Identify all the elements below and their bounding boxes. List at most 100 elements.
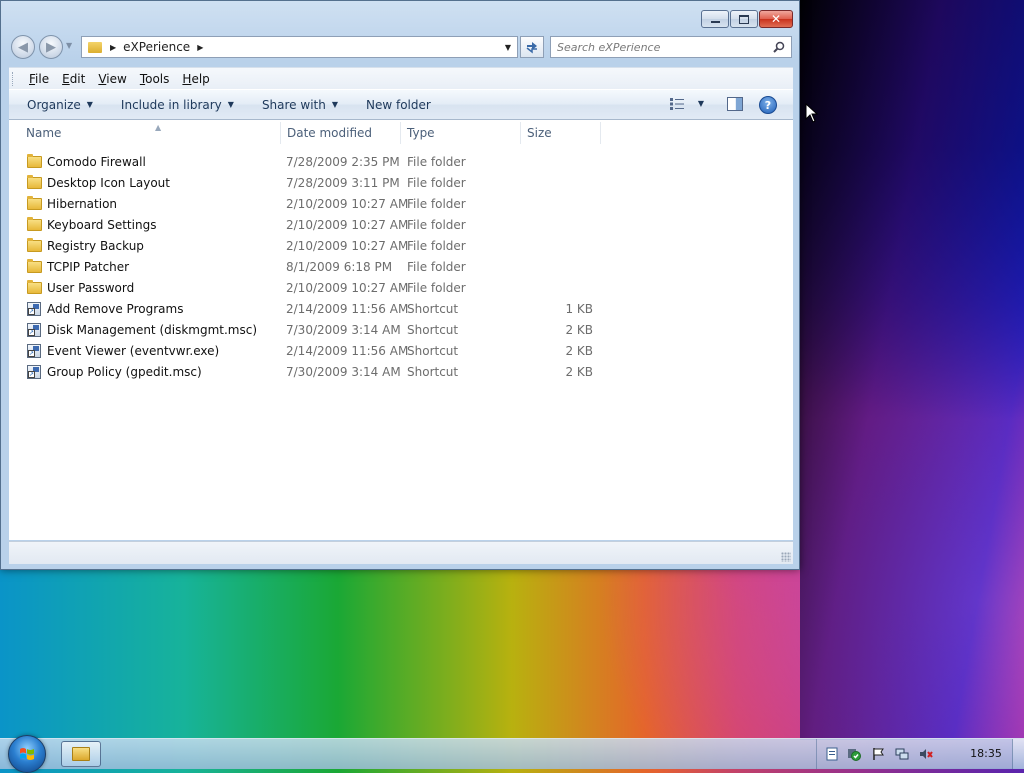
- file-name: Registry Backup: [47, 239, 144, 253]
- file-date: 2/14/2009 11:56 AM: [286, 302, 409, 316]
- taskbar-explorer-button[interactable]: [61, 741, 101, 767]
- list-item[interactable]: ↗ Add Remove Programs 2/14/2009 11:56 AM…: [9, 299, 609, 320]
- minimize-button[interactable]: [701, 10, 729, 28]
- file-size: 2 KB: [565, 365, 593, 379]
- list-item[interactable]: Registry Backup 2/10/2009 10:27 AM File …: [9, 236, 609, 257]
- list-item[interactable]: Desktop Icon Layout 7/28/2009 3:11 PM Fi…: [9, 173, 609, 194]
- shortcut-icon: ↗: [27, 302, 41, 316]
- file-size: 2 KB: [565, 323, 593, 337]
- list-item[interactable]: Keyboard Settings 2/10/2009 10:27 AM Fil…: [9, 215, 609, 236]
- list-item[interactable]: ↗ Group Policy (gpedit.msc) 7/30/2009 3:…: [9, 362, 609, 383]
- back-arrow-icon: ◀: [18, 39, 28, 55]
- menu-edit[interactable]: Edit: [57, 72, 90, 86]
- explorer-window: ✕ ◀ ▶ ▼ ▶ eXPerience ▶ ▼ File: [0, 0, 800, 570]
- caption-buttons: ✕: [701, 10, 793, 28]
- forward-button[interactable]: ▶: [39, 35, 63, 59]
- breadcrumb-chevron-icon[interactable]: ▶: [197, 43, 203, 52]
- file-date: 2/10/2009 10:27 AM: [286, 218, 409, 232]
- search-icon[interactable]: [773, 41, 785, 53]
- file-type: File folder: [407, 260, 466, 274]
- breadcrumb-chevron-icon[interactable]: ▶: [110, 43, 116, 52]
- list-item[interactable]: Hibernation 2/10/2009 10:27 AM File fold…: [9, 194, 609, 215]
- organize-button[interactable]: Organize ▼: [19, 98, 101, 112]
- list-item[interactable]: User Password 2/10/2009 10:27 AM File fo…: [9, 278, 609, 299]
- back-button[interactable]: ◀: [11, 35, 35, 59]
- document-icon[interactable]: [825, 747, 839, 761]
- column-header-date-modified[interactable]: Date modified: [278, 120, 398, 146]
- menu-file[interactable]: File: [24, 72, 54, 86]
- system-clock[interactable]: 18:35: [961, 747, 1011, 760]
- file-type: File folder: [407, 176, 466, 190]
- list-item[interactable]: Comodo Firewall 7/28/2009 2:35 PM File f…: [9, 152, 609, 173]
- volume-muted-icon[interactable]: [919, 747, 933, 761]
- list-item[interactable]: ↗ Event Viewer (eventvwr.exe) 2/14/2009 …: [9, 341, 609, 362]
- chevron-down-icon: ▼: [227, 100, 234, 109]
- minimize-icon: [710, 21, 720, 23]
- file-type: Shortcut: [407, 323, 459, 337]
- file-name: Hibernation: [47, 197, 118, 211]
- recent-pages-dropdown-icon[interactable]: ▼: [66, 41, 72, 50]
- chevron-down-icon: ▼: [504, 42, 512, 52]
- folder-icon: [88, 41, 102, 53]
- address-bar[interactable]: ▶ eXPerience ▶ ▼: [81, 36, 518, 58]
- share-with-button[interactable]: Share with ▼: [254, 98, 346, 112]
- file-date: 2/10/2009 10:27 AM: [286, 281, 409, 295]
- column-header-size[interactable]: Size: [518, 120, 598, 146]
- file-name: Add Remove Programs: [47, 302, 184, 316]
- file-name: Desktop Icon Layout: [47, 176, 170, 190]
- menu-view[interactable]: View: [93, 72, 131, 86]
- file-type: File folder: [407, 239, 466, 253]
- close-button[interactable]: ✕: [759, 10, 793, 28]
- file-date: 7/28/2009 2:35 PM: [286, 155, 400, 169]
- file-date: 8/1/2009 6:18 PM: [286, 260, 393, 274]
- preview-pane-icon[interactable]: [727, 97, 743, 111]
- network-icon[interactable]: [895, 747, 909, 761]
- start-button[interactable]: [8, 735, 46, 773]
- list-item[interactable]: TCPIP Patcher 8/1/2009 6:18 PM File fold…: [9, 257, 609, 278]
- column-header-row: ▲ Name Date modified Type Size: [9, 120, 793, 146]
- column-header-type[interactable]: Type: [398, 120, 518, 146]
- column-header-name[interactable]: ▲ Name: [17, 120, 279, 146]
- change-view-icon[interactable]: [669, 97, 685, 111]
- folder-icon: [27, 238, 42, 252]
- include-in-library-button[interactable]: Include in library ▼: [113, 98, 242, 112]
- column-divider[interactable]: [600, 122, 601, 144]
- menu-bar: File Edit View Tools Help: [9, 67, 793, 90]
- close-icon: ✕: [770, 12, 782, 26]
- file-name: Keyboard Settings: [47, 218, 157, 232]
- file-date: 2/10/2009 10:27 AM: [286, 239, 409, 253]
- file-date: 7/28/2009 3:11 PM: [286, 176, 400, 190]
- security-shield-icon[interactable]: [847, 747, 861, 761]
- forward-arrow-icon: ▶: [46, 39, 56, 55]
- file-date: 2/10/2009 10:27 AM: [286, 197, 409, 211]
- help-icon[interactable]: ?: [759, 96, 777, 114]
- show-desktop-button[interactable]: [1012, 739, 1024, 769]
- maximize-button[interactable]: [730, 10, 758, 28]
- search-box[interactable]: [550, 36, 792, 58]
- file-type: File folder: [407, 281, 466, 295]
- menu-help[interactable]: Help: [177, 72, 214, 86]
- refresh-icon: [526, 42, 537, 54]
- shortcut-icon: ↗: [27, 365, 41, 379]
- file-type: Shortcut: [407, 344, 459, 358]
- file-name: Comodo Firewall: [47, 155, 146, 169]
- file-date: 2/14/2009 11:56 AM: [286, 344, 409, 358]
- desktop-wallpaper-right: [800, 0, 1024, 740]
- file-name: Event Viewer (eventvwr.exe): [47, 344, 220, 358]
- breadcrumb-current-folder[interactable]: eXPerience: [123, 40, 190, 54]
- file-type: File folder: [407, 218, 466, 232]
- chevron-down-icon: ▼: [86, 100, 93, 109]
- file-size: 2 KB: [565, 344, 593, 358]
- list-item[interactable]: ↗ Disk Management (diskmgmt.msc) 7/30/20…: [9, 320, 609, 341]
- menu-tools[interactable]: Tools: [135, 72, 175, 86]
- resize-grip-icon[interactable]: [781, 552, 791, 562]
- address-history-dropdown[interactable]: ▼: [499, 37, 517, 57]
- new-folder-button[interactable]: New folder: [358, 98, 439, 112]
- view-options-dropdown-icon[interactable]: ▼: [698, 99, 704, 108]
- folder-icon: [27, 259, 42, 273]
- action-center-flag-icon[interactable]: [871, 747, 885, 761]
- windows-logo-icon: [20, 748, 34, 760]
- file-name: Disk Management (diskmgmt.msc): [47, 323, 258, 337]
- search-input[interactable]: [557, 38, 757, 56]
- refresh-button[interactable]: [520, 36, 544, 58]
